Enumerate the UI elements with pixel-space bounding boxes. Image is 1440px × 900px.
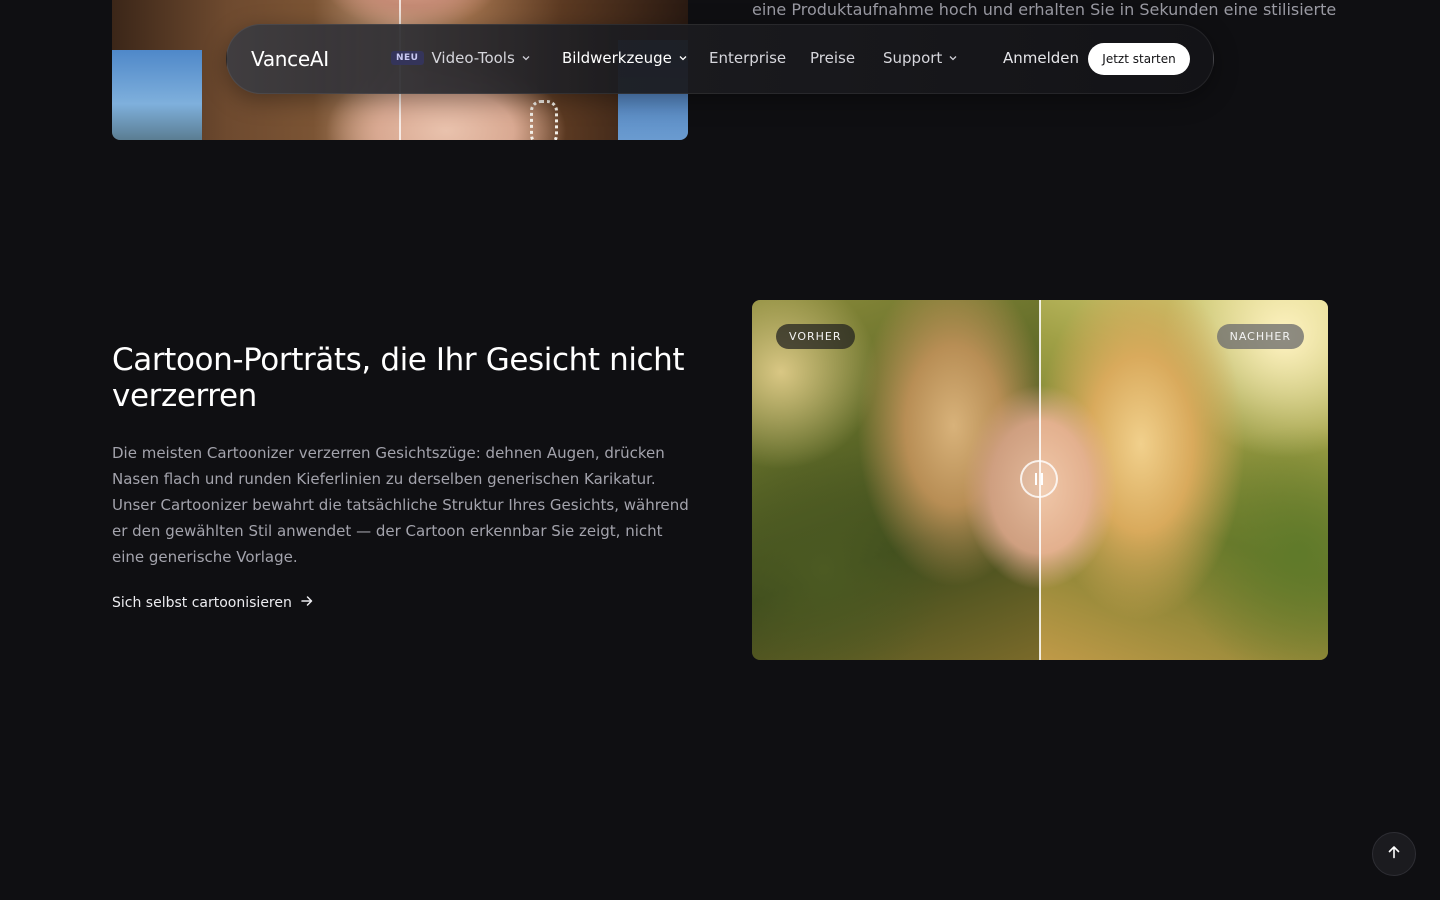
top-navbar: VanceAI NEU Video-Tools Bildwerkzeuge En…	[226, 24, 1214, 94]
nav-item-enterprise[interactable]: Enterprise	[709, 49, 786, 67]
nav-item-label: Bildwerkzeuge	[562, 49, 672, 67]
before-label: VORHER	[776, 324, 855, 349]
before-image	[752, 300, 1040, 660]
nav-item-label: Preise	[810, 49, 856, 67]
pause-icon-bar	[1041, 473, 1043, 485]
sky-area	[112, 50, 202, 140]
chevron-down-icon	[521, 53, 531, 63]
nav-item-label: Enterprise	[709, 49, 787, 67]
nav-item-support[interactable]: Support	[883, 49, 958, 67]
get-started-button[interactable]: Jetzt starten	[1088, 43, 1190, 75]
arrow-right-icon	[300, 594, 314, 612]
before-after-comparison[interactable]: VORHER NACHHER	[752, 300, 1328, 660]
nav-item-image-tools[interactable]: Bildwerkzeuge	[562, 49, 688, 67]
scroll-to-top-button[interactable]	[1372, 832, 1416, 876]
after-image	[1040, 300, 1328, 660]
nav-item-label: Video-Tools	[431, 49, 515, 67]
page: eine Produktaufnahme hoch und erhalten S…	[0, 0, 1440, 900]
after-label: NACHHER	[1216, 324, 1304, 349]
login-link[interactable]: Anmelden	[1003, 49, 1079, 67]
comparison-slider-handle[interactable]	[1020, 460, 1058, 498]
nav-item-video-tools[interactable]: NEU Video-Tools	[391, 49, 531, 67]
cta-link-label: Sich selbst cartoonisieren	[112, 595, 292, 611]
nav-item-pricing[interactable]: Preise	[810, 49, 855, 67]
section-headline: Cartoon-Porträts, die Ihr Gesicht nicht …	[112, 342, 685, 414]
arrow-up-icon	[1386, 844, 1402, 864]
necklace	[530, 100, 558, 140]
logo[interactable]: VanceAI	[251, 47, 329, 71]
previous-section-text: eine Produktaufnahme hoch und erhalten S…	[752, 0, 1337, 19]
chevron-down-icon	[678, 53, 688, 63]
cartoonize-yourself-link[interactable]: Sich selbst cartoonisieren	[112, 594, 314, 612]
new-badge: NEU	[391, 51, 424, 65]
chevron-down-icon	[948, 53, 958, 63]
nav-item-label: Support	[883, 49, 943, 67]
pause-icon	[1035, 473, 1037, 485]
section-description: Die meisten Cartoonizer verzerren Gesich…	[112, 444, 689, 566]
